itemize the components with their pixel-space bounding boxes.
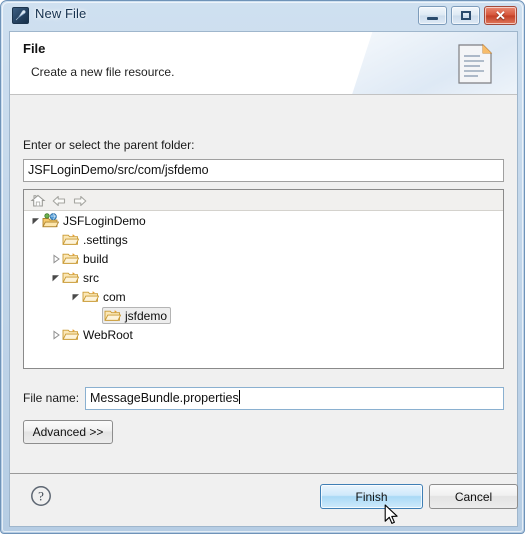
file-name-input[interactable]: MessageBundle.properties <box>85 387 504 410</box>
tree-node-label: build <box>83 251 109 266</box>
tree-node-label: src <box>83 270 99 285</box>
folder-icon <box>62 251 79 267</box>
folder-icon <box>62 327 79 343</box>
minimize-button[interactable] <box>418 6 447 25</box>
minimize-icon <box>419 7 446 24</box>
twisty-collapsed-icon[interactable] <box>50 325 62 344</box>
page-description: Create a new file resource. <box>31 65 175 79</box>
tree-node-label: WebRoot <box>83 327 133 342</box>
tree-node[interactable]: jsfdemo <box>24 306 503 325</box>
forward-arrow-icon[interactable] <box>72 193 88 209</box>
tree-node[interactable]: JSFLoginDemo <box>24 211 503 230</box>
twisty-none <box>50 230 62 249</box>
tree-node-label: jsfdemo <box>125 308 168 323</box>
svg-text:?: ? <box>38 489 44 504</box>
twisty-expanded-icon[interactable] <box>30 211 42 230</box>
title-bar[interactable]: New File ✕ <box>1 1 525 31</box>
tree-toolbar <box>24 190 503 211</box>
file-name-label: File name: <box>23 391 80 405</box>
maximize-button[interactable] <box>451 6 480 25</box>
file-name-value: MessageBundle.properties <box>90 391 239 405</box>
twisty-expanded-icon[interactable] <box>70 287 82 306</box>
tree-node[interactable]: com <box>24 287 503 306</box>
folder-icon <box>62 232 79 248</box>
twisty-expanded-icon[interactable] <box>50 268 62 287</box>
home-icon[interactable] <box>30 193 46 209</box>
maximize-icon <box>452 7 479 24</box>
cancel-button-label: Cancel <box>454 489 493 504</box>
twisty-collapsed-icon[interactable] <box>50 249 62 268</box>
dialog-header: File Create a new file resource. <box>10 32 517 95</box>
text-caret <box>238 390 240 404</box>
finish-button-label: Finish <box>355 489 388 504</box>
close-icon: ✕ <box>495 8 506 23</box>
tree-node[interactable]: src <box>24 268 503 287</box>
folder-icon <box>62 270 79 286</box>
help-question-icon[interactable]: ? <box>30 485 52 507</box>
finish-button[interactable]: Finish <box>320 484 423 509</box>
tree-node-list: JSFLoginDemo .settings build src com jsfdemo W… <box>24 211 503 368</box>
parent-folder-input[interactable]: JSFLoginDemo/src/com/jsfdemo <box>23 159 504 182</box>
tree-node-label: .settings <box>83 232 128 247</box>
back-arrow-icon[interactable] <box>51 193 67 209</box>
dialog-body: Enter or select the parent folder: JSFLo… <box>10 95 517 473</box>
advanced-button[interactable]: Advanced >> <box>23 420 113 444</box>
tree-node[interactable]: WebRoot <box>24 325 503 344</box>
project-icon <box>42 212 59 229</box>
tree-node-label: JSFLoginDemo <box>63 213 146 228</box>
twisty-none <box>90 306 102 325</box>
document-page-icon <box>450 39 500 89</box>
advanced-button-label: Advanced >> <box>32 425 104 439</box>
tree-node-label: com <box>103 289 126 304</box>
dialog-footer: ? Finish Cancel <box>10 473 518 526</box>
tree-node[interactable]: build <box>24 249 503 268</box>
dialog-window: New File ✕ File Create a new file resour… <box>0 0 525 534</box>
parent-folder-value: JSFLoginDemo/src/com/jsfdemo <box>28 163 209 177</box>
parent-folder-label: Enter or select the parent folder: <box>23 138 195 152</box>
page-title: File <box>23 41 46 56</box>
new-file-icon <box>12 7 29 24</box>
tree-node-selection: jsfdemo <box>102 307 172 324</box>
folder-tree-panel[interactable]: JSFLoginDemo .settings build src com jsfdemo W… <box>23 189 504 369</box>
close-button[interactable]: ✕ <box>484 6 517 25</box>
cancel-button[interactable]: Cancel <box>429 484 518 509</box>
window-title: New File <box>35 6 87 21</box>
tree-node[interactable]: .settings <box>24 230 503 249</box>
folder-icon <box>104 308 121 324</box>
folder-icon <box>82 289 99 305</box>
dialog-client-area: File Create a new file resource. Enter o… <box>9 31 518 527</box>
